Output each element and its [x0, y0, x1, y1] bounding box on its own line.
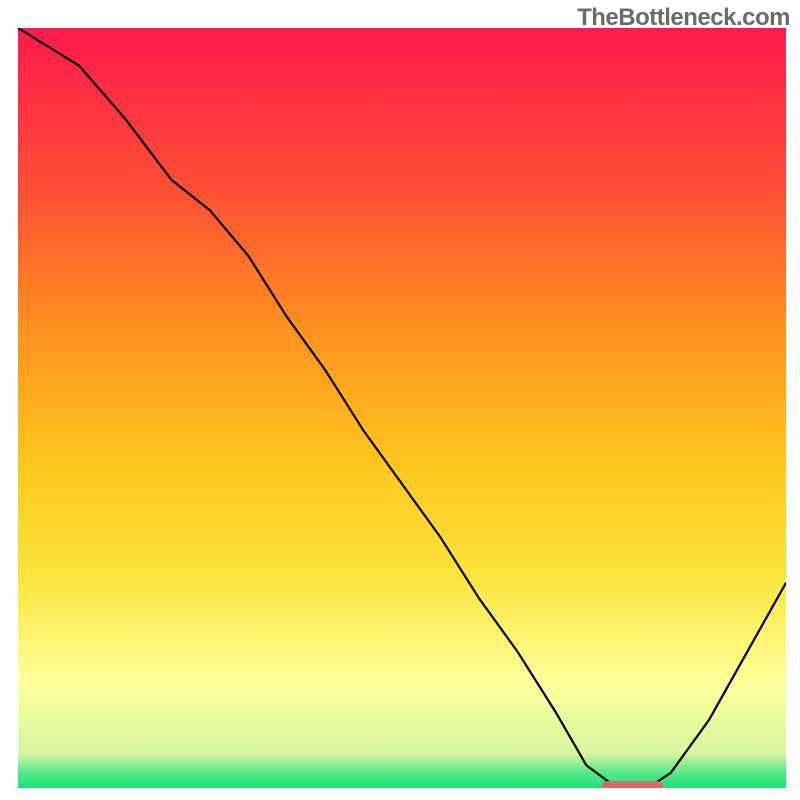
gradient-bg: [18, 28, 786, 788]
chart-svg: [18, 28, 786, 788]
chart-frame: TheBottleneck.com: [0, 0, 800, 800]
optimal-marker: [602, 781, 663, 788]
plot-area: [18, 28, 786, 788]
watermark-text: TheBottleneck.com: [577, 4, 790, 32]
